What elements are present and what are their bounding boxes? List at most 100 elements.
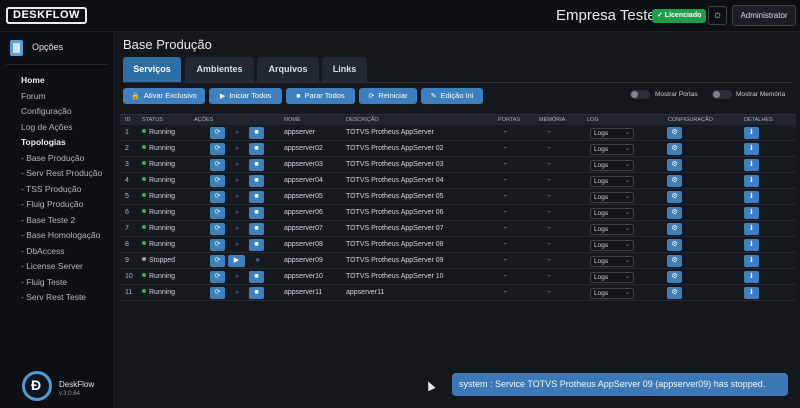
log-select[interactable]: Logs ⌄ [590,160,634,171]
gear-icon: ⚙ [671,289,678,296]
sidebar-item-dbaccess[interactable]: - DbAccess [21,244,102,260]
restart-service-button[interactable]: ⟳ [210,271,225,283]
sidebar-item-fluig-producao[interactable]: - Fluig Produção [21,197,102,213]
stop-service-button[interactable]: ■ [249,239,264,251]
stop-service-button[interactable]: ■ [249,271,264,283]
stop-service-button[interactable]: ■ [249,175,264,187]
sidebar-item-serv-rest-producao[interactable]: - Serv Rest Produção [21,166,102,182]
log-select[interactable]: Logs ⌄ [590,128,634,139]
restart-service-button[interactable]: ⟳ [210,143,225,155]
config-button[interactable]: ⚙ [667,191,682,203]
restart-service-button[interactable]: ⟳ [210,175,225,187]
tab-links[interactable]: Links [322,57,367,82]
theme-toggle-button[interactable]: ☼ [708,6,727,25]
log-select[interactable]: Logs ⌄ [590,192,634,203]
show-ports-toggle[interactable] [630,90,650,99]
tab-servicos[interactable]: Serviços [123,57,181,82]
notification-toast[interactable]: system : Service TOTVS Protheus AppServe… [452,373,788,396]
details-button[interactable]: ℹ [744,175,759,187]
config-button[interactable]: ⚙ [667,239,682,251]
config-button[interactable]: ⚙ [667,127,682,139]
log-select[interactable]: Logs ⌄ [590,176,634,187]
restart-service-button[interactable]: ⟳ [210,127,225,139]
start-service-button[interactable]: ▶ [228,255,245,267]
sidebar-item-home[interactable]: Home [21,73,102,89]
config-button[interactable]: ⚙ [667,223,682,235]
start-service-button[interactable]: ▸ [230,191,245,203]
start-service-button[interactable]: ▸ [230,207,245,219]
log-select[interactable]: Logs ⌄ [590,144,634,155]
restart-button[interactable]: ⟳ Reiniciar [359,88,417,104]
sidebar-item-base-producao[interactable]: - Base Produção [21,151,102,167]
user-menu-button[interactable]: Administrator [732,5,796,26]
sidebar-item-serv-rest-teste[interactable]: - Serv Rest Teste [21,290,102,306]
details-button[interactable]: ℹ [744,255,759,267]
edit-ini-button[interactable]: ✎ Edição Ini [421,88,483,104]
log-select[interactable]: Logs ⌄ [590,288,634,299]
sidebar-item-configuracao[interactable]: Configuração [21,104,102,120]
restart-service-button[interactable]: ⟳ [210,239,225,251]
details-button[interactable]: ℹ [744,239,759,251]
sidebar-item-topologias[interactable]: Topologias [21,135,102,151]
stop-service-button[interactable]: ■ [249,127,264,139]
start-service-button[interactable]: ▸ [230,223,245,235]
app-logo[interactable]: DESKFLOW [6,7,87,24]
restart-service-button[interactable]: ⟳ [210,223,225,235]
config-button[interactable]: ⚙ [667,271,682,283]
row-ports: - [504,145,507,152]
restart-service-button[interactable]: ⟳ [210,287,225,299]
stop-service-button[interactable]: ■ [249,223,264,235]
details-button[interactable]: ℹ [744,191,759,203]
sidebar-item-base-homologacao[interactable]: - Base Homologação [21,228,102,244]
sidebar-item-license-server[interactable]: - License Server [21,259,102,275]
details-button[interactable]: ℹ [744,287,759,299]
log-select[interactable]: Logs ⌄ [590,208,634,219]
show-memory-toggle[interactable] [712,90,732,99]
start-service-button[interactable]: ▸ [230,127,245,139]
restart-service-button[interactable]: ⟳ [210,207,225,219]
log-select[interactable]: Logs ⌄ [590,224,634,235]
config-button[interactable]: ⚙ [667,255,682,267]
stop-all-button[interactable]: ■ Parar Todos [286,88,355,104]
sidebar-item-base-teste-2[interactable]: - Base Teste 2 [21,213,102,229]
start-service-button[interactable]: ▸ [230,143,245,155]
config-button[interactable]: ⚙ [667,159,682,171]
start-service-button[interactable]: ▸ [230,239,245,251]
sidebar-item-fluig-teste[interactable]: - Fluig Teste [21,275,102,291]
log-select[interactable]: Logs ⌄ [590,272,634,283]
brand-version: v.3.0.64 [59,391,80,397]
details-button[interactable]: ℹ [744,271,759,283]
start-all-button[interactable]: ▶ Iniciar Todos [209,88,282,104]
details-button[interactable]: ℹ [744,207,759,219]
restart-service-button[interactable]: ⟳ [210,255,225,267]
stop-service-button[interactable]: ■ [249,159,264,171]
details-button[interactable]: ℹ [744,143,759,155]
stop-service-button[interactable]: ■ [249,143,264,155]
config-button[interactable]: ⚙ [667,175,682,187]
details-button[interactable]: ℹ [744,159,759,171]
config-button[interactable]: ⚙ [667,287,682,299]
stop-service-button[interactable]: ■ [250,255,265,267]
tab-ambientes[interactable]: Ambientes [185,57,254,82]
details-button[interactable]: ℹ [744,127,759,139]
log-select[interactable]: Logs ⌄ [590,240,634,251]
start-service-button[interactable]: ▸ [230,271,245,283]
restart-service-button[interactable]: ⟳ [210,159,225,171]
sidebar-item-log-de-acoes[interactable]: Log de Ações [21,120,102,136]
config-button[interactable]: ⚙ [667,207,682,219]
stop-service-button[interactable]: ■ [249,207,264,219]
sidebar-item-forum[interactable]: Forum [21,89,102,105]
stop-service-button[interactable]: ■ [249,287,264,299]
sidebar-item-tss-producao[interactable]: - TSS Produção [21,182,102,198]
tab-arquivos[interactable]: Arquivos [257,57,319,82]
activate-exclusive-button[interactable]: 🔒 Ativar Exclusivo [123,88,205,104]
log-select[interactable]: Logs ⌄ [590,256,634,267]
start-service-button[interactable]: ▸ [230,159,245,171]
details-button[interactable]: ℹ [744,223,759,235]
start-service-button[interactable]: ▸ [230,287,245,299]
config-button[interactable]: ⚙ [667,143,682,155]
stop-service-button[interactable]: ■ [249,191,264,203]
start-service-button[interactable]: ▸ [230,175,245,187]
restart-service-button[interactable]: ⟳ [210,191,225,203]
refresh-icon: ⟳ [214,225,221,232]
